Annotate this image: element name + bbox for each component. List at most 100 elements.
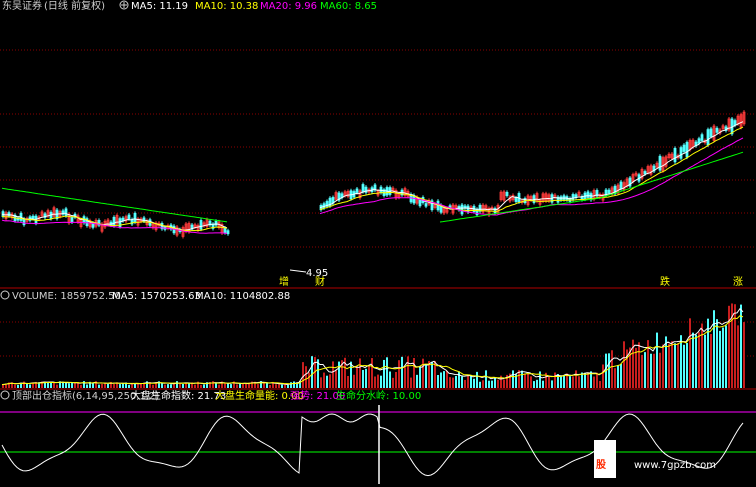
candle-body (697, 138, 701, 144)
volume-bar (293, 381, 295, 388)
volume-bar (185, 383, 187, 388)
volume-bar (230, 384, 232, 388)
marker-die: 跌 (660, 275, 670, 288)
volume-bar (404, 367, 406, 388)
volume-bar (92, 383, 94, 388)
candle-body (226, 230, 230, 235)
candle-body (31, 215, 35, 219)
volume-bar (380, 375, 382, 388)
ma10-value: MA10: 10.38 (195, 1, 258, 12)
volume-bar (269, 384, 271, 388)
candle-body (505, 191, 509, 197)
stock-chart-window: 东吴证券 (日线 前复权) MA5: 11.19 MA10: 10.38 MA2… (0, 0, 756, 487)
volume-bar (71, 383, 73, 388)
volume-bar (56, 384, 58, 388)
volume-bar (569, 376, 571, 388)
volume-bar (407, 356, 409, 388)
volume-bar (587, 372, 589, 388)
volume-bar (47, 382, 49, 388)
indicator-settings-icon[interactable] (0, 390, 10, 400)
volume-bar (623, 341, 625, 388)
volume-bar (353, 374, 355, 388)
volume-settings-icon[interactable] (0, 290, 10, 300)
volume-bar (527, 373, 529, 388)
volume-bar (413, 357, 415, 388)
candle-body (64, 208, 68, 217)
volume-bar (497, 379, 499, 388)
volume-bar (452, 377, 454, 388)
volume-bar (302, 362, 304, 388)
price-candles[interactable] (1, 110, 746, 239)
volume-bar (467, 374, 469, 388)
volume-bar (683, 344, 685, 388)
candle-body (127, 214, 131, 220)
volume-bar (464, 379, 466, 388)
chart-canvas[interactable]: 东吴证券 (日线 前复权) MA5: 11.19 MA10: 10.38 MA2… (0, 0, 756, 487)
candle-body (514, 197, 518, 202)
volume-bar (332, 361, 334, 388)
candle-body (679, 147, 683, 159)
volume-bar (227, 383, 229, 388)
volume-bar (572, 376, 574, 388)
volume-bar (659, 352, 661, 388)
volume-bars[interactable] (2, 303, 745, 388)
volume-bar (29, 384, 31, 388)
ma60-value: MA60: 8.65 (320, 1, 377, 12)
volume-bar (200, 384, 202, 388)
candle-body (199, 220, 203, 230)
volume-bar (179, 383, 181, 388)
volume-bar (152, 384, 154, 388)
volume-bar (458, 371, 460, 388)
volume-bar (374, 376, 376, 388)
volume-bar (716, 319, 718, 388)
volume-bar (119, 384, 121, 388)
volume-bar (86, 384, 88, 388)
period-label: (日线 前复权) (44, 0, 105, 12)
volume-bar (614, 368, 616, 388)
volume-bar (482, 380, 484, 388)
volume-bar (560, 376, 562, 388)
volume-bar (512, 370, 514, 388)
volume-bar (68, 383, 70, 388)
volume-bar (80, 384, 82, 388)
volume-bar (635, 347, 637, 388)
volume-bar (2, 384, 4, 388)
volume-bar (743, 322, 745, 388)
candle-body (70, 217, 74, 223)
volume-bar (236, 384, 238, 388)
volume-bar (443, 371, 445, 388)
volume-bar (161, 382, 163, 388)
indicator-line (1, 413, 744, 477)
volume-bar (284, 384, 286, 388)
volume-bar (182, 384, 184, 388)
volume-bar (596, 372, 598, 388)
volume-bar (308, 372, 310, 388)
volume-bar (395, 371, 397, 388)
volume-bar (176, 381, 178, 388)
candle-body (643, 171, 647, 175)
volume-bar (551, 380, 553, 388)
volume-bar (737, 325, 739, 388)
volume-ma5-value: MA5: 1570253.63 (112, 291, 201, 302)
grid-lines (0, 49, 756, 357)
volume-bar (338, 361, 340, 388)
candle-body (571, 194, 575, 201)
volume-bar (377, 374, 379, 388)
volume-bar (476, 371, 478, 388)
candle-body (685, 142, 689, 158)
volume-bar (455, 375, 457, 388)
marker-cai: 财 (315, 275, 325, 288)
volume-bar (14, 384, 16, 388)
volume-bar (671, 341, 673, 388)
volume-bar (617, 365, 619, 388)
candle-body (619, 181, 623, 189)
volume-bar (668, 343, 670, 388)
volume-bar (479, 381, 481, 388)
volume-bar (488, 380, 490, 388)
volume-bar (713, 310, 715, 388)
volume-bar (356, 366, 358, 388)
volume-bar (83, 381, 85, 388)
volume-bar (593, 376, 595, 388)
volume-bar (347, 375, 349, 388)
volume-bar (113, 384, 115, 388)
